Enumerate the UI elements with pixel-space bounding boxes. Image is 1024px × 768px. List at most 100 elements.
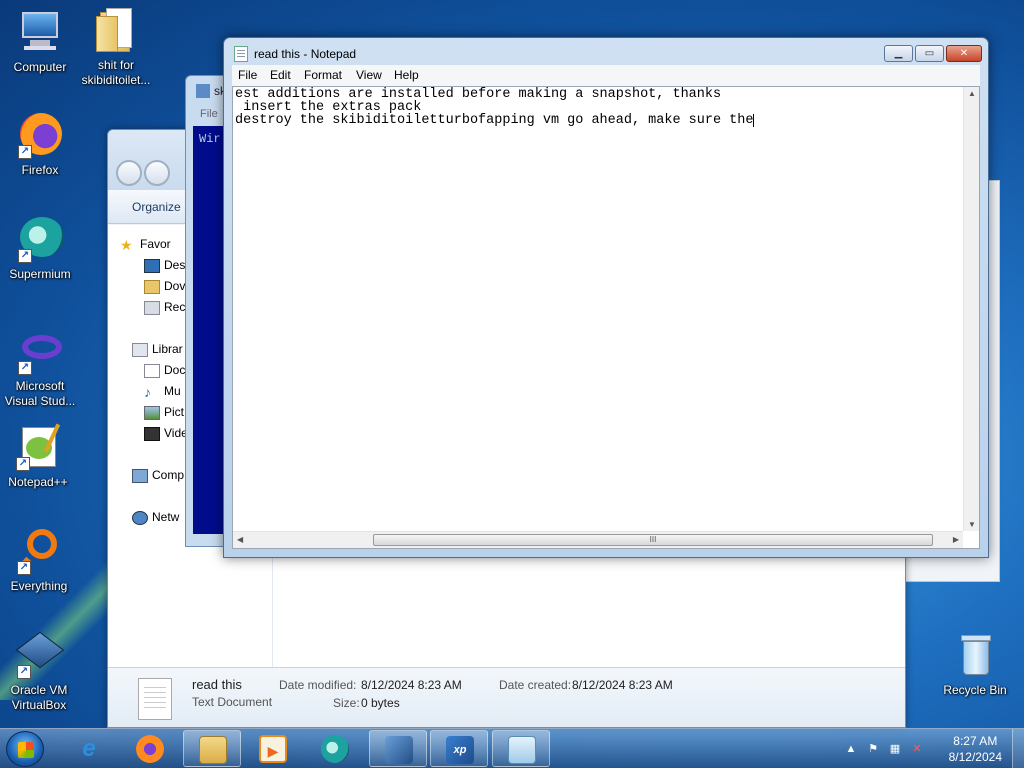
console-screen-text: Wir bbox=[199, 132, 221, 146]
desktop-icon-everything[interactable]: ↗ Everything bbox=[1, 527, 77, 594]
details-modified-value: 8/12/2024 8:23 AM bbox=[361, 678, 462, 692]
firefox-icon bbox=[136, 735, 164, 763]
volume-muted-icon[interactable]: ✕ bbox=[910, 742, 924, 756]
notepadpp-icon: ↗ bbox=[14, 423, 62, 471]
network-icon[interactable]: ▦ bbox=[888, 742, 902, 756]
recent-places-icon bbox=[144, 300, 160, 315]
desktop-icon-firefox[interactable]: ↗ Firefox bbox=[2, 111, 78, 178]
details-modified-label: Date modified: bbox=[279, 678, 357, 692]
desktop-icon-label: Firefox bbox=[21, 163, 59, 177]
organize-button[interactable]: Organize bbox=[132, 200, 181, 214]
network-icon bbox=[132, 510, 148, 525]
everything-icon: ↗ bbox=[15, 527, 63, 575]
menu-help[interactable]: Help bbox=[394, 68, 419, 82]
maximize-button[interactable]: ▭ bbox=[915, 45, 944, 62]
taskbar-supermium[interactable] bbox=[306, 730, 364, 767]
action-center-flag-icon[interactable]: ⚑ bbox=[866, 742, 880, 756]
documents-icon bbox=[144, 363, 160, 378]
computer-icon bbox=[132, 468, 148, 483]
folder-icon bbox=[92, 6, 140, 54]
details-size-value: 0 bytes bbox=[361, 696, 400, 710]
desktop-icon-recycle-bin[interactable]: Recycle Bin bbox=[937, 631, 1013, 698]
scroll-down-icon[interactable]: ▼ bbox=[968, 520, 976, 529]
show-desktop-button[interactable] bbox=[1012, 729, 1024, 768]
desktop-icon-label: Recycle Bin bbox=[943, 683, 1007, 697]
desktop-icon-label: Microsoft Visual Stud... bbox=[4, 379, 76, 408]
desktop-icon-computer[interactable]: Computer bbox=[2, 8, 78, 75]
desktop-icon-virtualbox[interactable]: ↗ Oracle VM VirtualBox bbox=[1, 631, 77, 713]
desktop-icon-label: Notepad++ bbox=[8, 475, 68, 489]
desktop-icon-visual-studio[interactable]: ↗ Microsoft Visual Stud... bbox=[2, 327, 78, 409]
videos-icon bbox=[144, 426, 160, 441]
visual-studio-icon: ↗ bbox=[16, 327, 64, 375]
notepad-menubar: File Edit Format View Help bbox=[232, 65, 980, 86]
desktop-icon-label: Computer bbox=[13, 60, 67, 74]
desktop-icon bbox=[144, 258, 160, 273]
taskbar-notepad[interactable] bbox=[492, 730, 550, 767]
supermium-icon: ↗ bbox=[16, 215, 64, 263]
minimize-button[interactable]: ▁ bbox=[884, 45, 913, 62]
text-line: destroy the skibiditoiletturbofapping vm… bbox=[235, 113, 754, 128]
desktop-icon-supermium[interactable]: ↗ Supermium bbox=[2, 215, 78, 282]
notepad-icon bbox=[508, 736, 536, 764]
menu-edit[interactable]: Edit bbox=[270, 68, 291, 82]
desktop-icon-notepadpp[interactable]: ↗ Notepad++ bbox=[0, 423, 76, 490]
horizontal-scroll-thumb[interactable]: III bbox=[373, 534, 933, 546]
desktop-icon-label: Supermium bbox=[9, 267, 71, 281]
computer-icon bbox=[16, 8, 64, 56]
taskbar-virtualbox[interactable] bbox=[369, 730, 427, 767]
taskbar-windows-xp-vm[interactable]: xp bbox=[430, 730, 488, 767]
clock-date: 8/12/2024 bbox=[948, 750, 1002, 764]
desktop-icon-label: shit for skibiditoilet... bbox=[81, 58, 151, 87]
taskbar-clock[interactable]: 8:27 AM 8/12/2024 bbox=[949, 733, 1002, 765]
menu-format[interactable]: Format bbox=[304, 68, 342, 82]
taskbar-internet-explorer[interactable]: e bbox=[60, 730, 118, 767]
recycle-bin-icon bbox=[951, 631, 999, 679]
close-button[interactable]: ✕ bbox=[946, 45, 982, 62]
text-caret bbox=[753, 114, 755, 127]
folder-icon bbox=[199, 736, 227, 764]
horizontal-scrollbar[interactable]: ◀ III ▶ bbox=[233, 531, 963, 548]
music-icon: ♪ bbox=[144, 384, 151, 399]
scroll-up-icon[interactable]: ▲ bbox=[968, 89, 976, 98]
console-menu-file[interactable]: File bbox=[200, 108, 218, 120]
start-button[interactable] bbox=[6, 731, 44, 767]
vertical-scrollbar[interactable]: ▲ ▼ bbox=[963, 87, 979, 531]
console-app-icon bbox=[196, 84, 210, 98]
system-tray: ▲ ⚑ ▦ ✕ 8:27 AM 8/12/2024 bbox=[834, 729, 1024, 768]
media-player-icon: ▶ bbox=[259, 735, 287, 763]
details-file-name: read this bbox=[192, 677, 242, 692]
virtualbox-icon bbox=[385, 736, 413, 764]
notepad-app-icon bbox=[234, 46, 248, 62]
windows-xp-icon: xp bbox=[446, 736, 474, 764]
back-button[interactable] bbox=[116, 160, 142, 186]
notepad-title: read this - Notepad bbox=[254, 47, 357, 61]
desktop-icon-folder[interactable]: shit for skibiditoilet... bbox=[78, 6, 154, 88]
clock-time: 8:27 AM bbox=[953, 734, 998, 748]
scroll-right-icon[interactable]: ▶ bbox=[953, 535, 959, 544]
libraries-icon bbox=[132, 342, 148, 357]
details-size-label: Size: bbox=[333, 696, 360, 710]
taskbar-explorer[interactable] bbox=[183, 730, 241, 767]
taskbar-firefox[interactable] bbox=[121, 730, 179, 767]
supermium-icon bbox=[321, 735, 349, 763]
downloads-icon bbox=[144, 279, 160, 294]
menu-view[interactable]: View bbox=[356, 68, 382, 82]
pictures-icon bbox=[144, 405, 160, 420]
details-created-value: 8/12/2024 8:23 AM bbox=[572, 678, 673, 692]
desktop-icon-label: Everything bbox=[10, 579, 68, 593]
show-hidden-icons-icon[interactable]: ▲ bbox=[844, 742, 858, 756]
taskbar-media-player[interactable]: ▶ bbox=[244, 730, 302, 767]
scroll-left-icon[interactable]: ◀ bbox=[237, 535, 243, 544]
firefox-icon: ↗ bbox=[16, 111, 64, 159]
notepad-window[interactable]: read this - Notepad ▁ ▭ ✕ File Edit Form… bbox=[223, 37, 989, 558]
menu-file[interactable]: File bbox=[238, 68, 257, 82]
details-created-label: Date created: bbox=[499, 678, 572, 692]
star-icon: ★ bbox=[120, 237, 133, 252]
details-pane: read this Text Document Date modified: 8… bbox=[108, 667, 905, 727]
virtualbox-icon: ↗ bbox=[15, 631, 65, 679]
text-document-icon bbox=[138, 678, 172, 720]
notepad-text-area[interactable]: est additions are installed before makin… bbox=[232, 86, 980, 549]
forward-button[interactable] bbox=[144, 160, 170, 186]
details-file-type: Text Document bbox=[192, 695, 273, 709]
